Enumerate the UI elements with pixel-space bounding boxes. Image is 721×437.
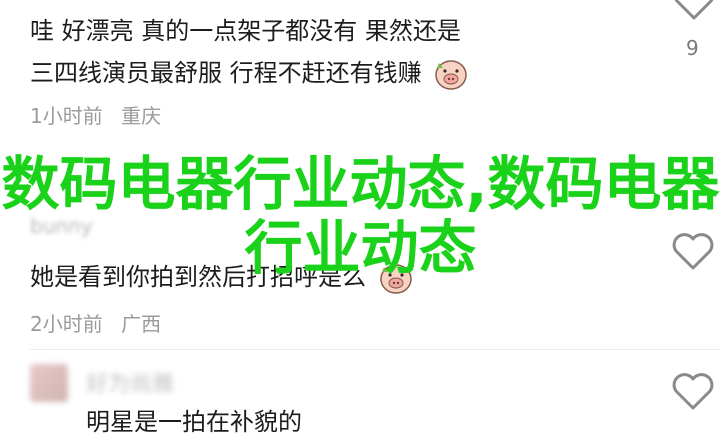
divider bbox=[30, 349, 721, 350]
overlay-title: 数码电器行业动态,数码电器行业动态 bbox=[1, 150, 720, 282]
like-heart-icon[interactable] bbox=[671, 372, 715, 412]
comment-text: 三四线演员最舒服 行程不赶还有钱赚 bbox=[30, 56, 469, 91]
comment-text-line: 三四线演员最舒服 行程不赶还有钱赚 bbox=[30, 59, 422, 87]
comment-text: 哇 好漂亮 真的一点架子都没有 果然还是 bbox=[30, 14, 461, 48]
comment-time: 1小时前 bbox=[30, 104, 103, 128]
avatar[interactable] bbox=[30, 364, 68, 402]
pig-emoji-icon bbox=[435, 60, 468, 90]
comment-meta: 1小时前 重庆 bbox=[30, 100, 161, 129]
like-heart-icon[interactable] bbox=[672, 0, 716, 22]
username: 好为尚雅 bbox=[86, 372, 175, 397]
comment-location: 重庆 bbox=[121, 104, 162, 128]
comment-text-line: 哇 好漂亮 真的一点架子都没有 果然还是 bbox=[30, 17, 461, 45]
like-count: 9 bbox=[686, 36, 699, 60]
comment-text-partial: 明星是一拍在补貌的 bbox=[86, 408, 302, 436]
comment-time: 2小时前 bbox=[30, 312, 103, 336]
comment-meta: 2小时前 广西 bbox=[30, 308, 161, 337]
comment-location: 广西 bbox=[121, 312, 162, 336]
